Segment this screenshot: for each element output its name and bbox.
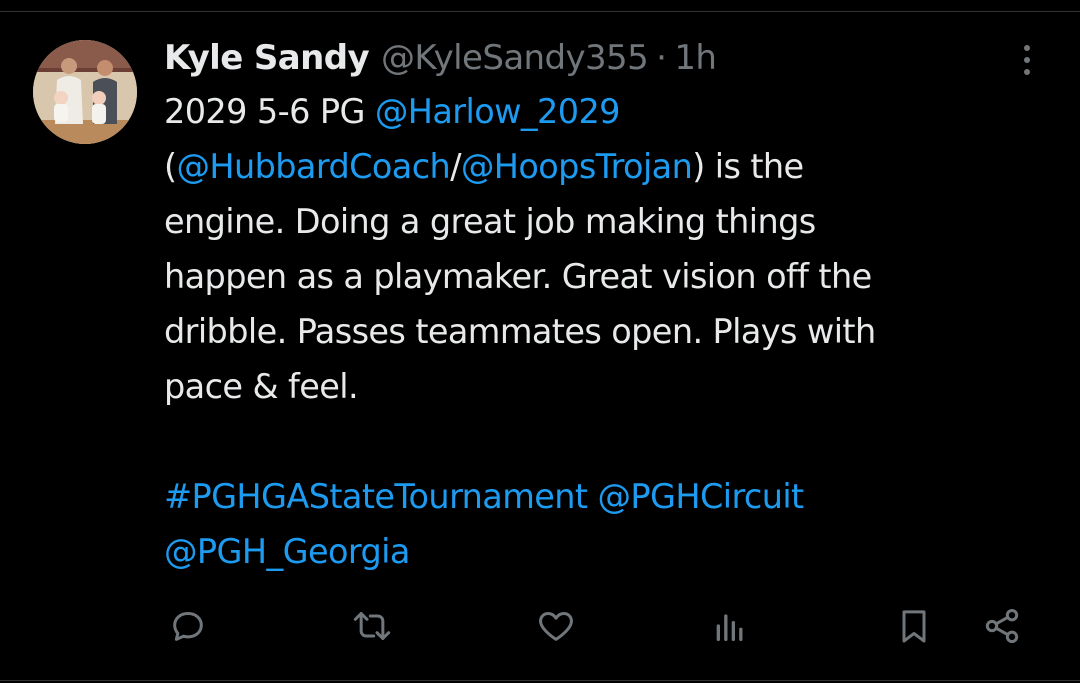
reply-icon[interactable] <box>162 600 214 652</box>
mention-link[interactable]: @PGH_Georgia <box>164 532 410 571</box>
author-handle[interactable]: @KyleSandy355 <box>381 38 649 78</box>
tweet-text-line: pace & feel. <box>164 359 1034 414</box>
share-icon[interactable] <box>976 600 1028 652</box>
tweet-actions <box>0 600 1080 656</box>
top-divider <box>0 11 1080 12</box>
tweet-text-segment: ( <box>164 147 177 186</box>
mention-link[interactable]: @Harlow_2029 <box>375 92 621 131</box>
mention-link[interactable]: @PGHCircuit <box>598 477 805 516</box>
tweet-text-line: (@HubbardCoach/@HoopsTrojan) is the <box>164 139 1034 194</box>
mention-link[interactable]: @HubbardCoach <box>176 147 450 186</box>
tweet-text: 2029 5-6 PG @Harlow_2029 (@HubbardCoach/@… <box>164 84 1034 579</box>
tweet-text-segment: / <box>450 147 461 186</box>
tweet-text-segment: pace & feel. <box>164 367 359 406</box>
tweet-text-segment: happen as a playmaker. Great vision off … <box>164 257 872 296</box>
avatar[interactable] <box>33 40 137 144</box>
tweet-text-line: @PGH_Georgia <box>164 524 1034 579</box>
mention-link[interactable]: @HoopsTrojan <box>461 147 693 186</box>
tweet-text-line: dribble. Passes teammates open. Plays wi… <box>164 304 1034 359</box>
views-icon[interactable] <box>704 600 756 652</box>
retweet-icon[interactable] <box>346 600 398 652</box>
tweet-text-segment: dribble. Passes teammates open. Plays wi… <box>164 312 876 351</box>
tweet-header: Kyle Sandy @KyleSandy355 · 1h <box>164 36 717 80</box>
hashtag-link[interactable]: #PGHGAStateTournament <box>164 477 588 516</box>
tweet-text-line: #PGHGAStateTournament @PGHCircuit <box>164 469 1034 524</box>
tweet-text-line: happen as a playmaker. Great vision off … <box>164 249 1034 304</box>
tweet-text-line: engine. Doing a great job making things <box>164 194 1034 249</box>
separator-dot: · <box>656 38 667 78</box>
tweet-text-segment: ) is the <box>692 147 804 186</box>
avatar-photo <box>33 40 137 144</box>
bookmark-icon[interactable] <box>888 600 940 652</box>
tweet-timestamp[interactable]: 1h <box>674 38 717 78</box>
more-vertical-icon[interactable] <box>1012 40 1042 80</box>
tweet-text-segment: engine. Doing a great job making things <box>164 202 816 241</box>
heart-icon[interactable] <box>530 600 582 652</box>
author-display-name[interactable]: Kyle Sandy <box>164 38 370 78</box>
tweet-text-segment: 2029 5-6 PG <box>164 92 375 131</box>
tweet-text-segment <box>587 477 597 516</box>
tweet-text-line: 2029 5-6 PG @Harlow_2029 <box>164 84 1034 139</box>
bottom-divider <box>0 680 1080 681</box>
